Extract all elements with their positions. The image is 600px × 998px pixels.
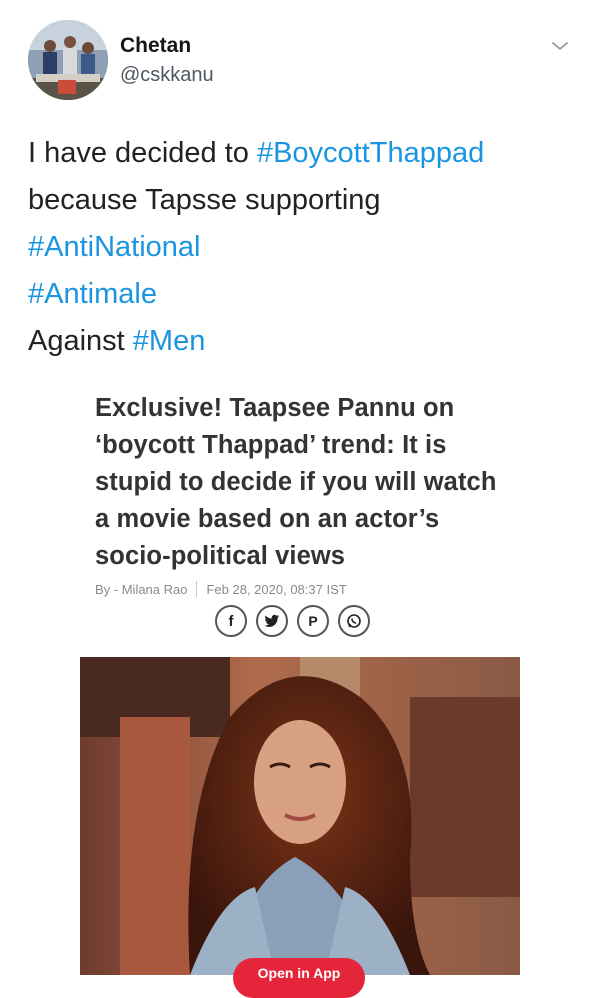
article-title[interactable]: Exclusive! Taapsee Pannu on ‘boycott Tha… xyxy=(95,390,515,575)
tweet-text-line: #Antimale xyxy=(28,271,588,318)
hashtag-link[interactable]: #Antimale xyxy=(28,278,157,310)
avatar-image xyxy=(28,20,108,100)
twitter-icon[interactable] xyxy=(256,605,288,637)
share-buttons: f P xyxy=(215,605,370,637)
svg-text:P: P xyxy=(308,613,317,629)
facebook-icon[interactable]: f xyxy=(215,605,247,637)
tweet-text-line: because Tapsse supporting xyxy=(28,177,588,224)
article-photo-image xyxy=(80,657,520,975)
article-byline: By - Milana Rao xyxy=(95,581,188,597)
author-name[interactable]: Chetan xyxy=(120,34,191,58)
pinterest-icon[interactable]: P xyxy=(297,605,329,637)
hashtag-link[interactable]: #AntiNational xyxy=(28,231,201,263)
tweet-text-segment: because Tapsse supporting xyxy=(28,184,381,216)
author-handle[interactable]: @cskkanu xyxy=(120,63,214,87)
article-photo[interactable] xyxy=(80,657,520,975)
open-in-app-button[interactable]: Open in App xyxy=(233,958,365,998)
tweet-text-segment: I have decided to xyxy=(28,137,257,169)
whatsapp-icon[interactable] xyxy=(338,605,370,637)
tweet-text-line: Against #Men xyxy=(28,318,588,365)
svg-text:f: f xyxy=(229,613,235,629)
tweet-text-line: I have decided to #BoycottThappad xyxy=(28,130,588,177)
tweet-header: Chetan @cskkanu xyxy=(28,20,572,100)
hashtag-link[interactable]: #BoycottThappad xyxy=(257,137,484,169)
tweet-text-line: #AntiNational xyxy=(28,224,588,271)
article-card[interactable]: Exclusive! Taapsee Pannu on ‘boycott Tha… xyxy=(95,390,515,597)
avatar[interactable] xyxy=(28,20,108,100)
chevron-down-icon[interactable] xyxy=(548,34,572,58)
hashtag-link[interactable]: #Men xyxy=(133,325,206,357)
tweet-text-segment: Against xyxy=(28,325,133,357)
meta-divider xyxy=(196,581,198,597)
tweet-text: I have decided to #BoycottThappad because… xyxy=(28,130,588,365)
article-meta: By - Milana Rao Feb 28, 2020, 08:37 IST xyxy=(95,581,515,597)
article-date: Feb 28, 2020, 08:37 IST xyxy=(206,581,347,597)
